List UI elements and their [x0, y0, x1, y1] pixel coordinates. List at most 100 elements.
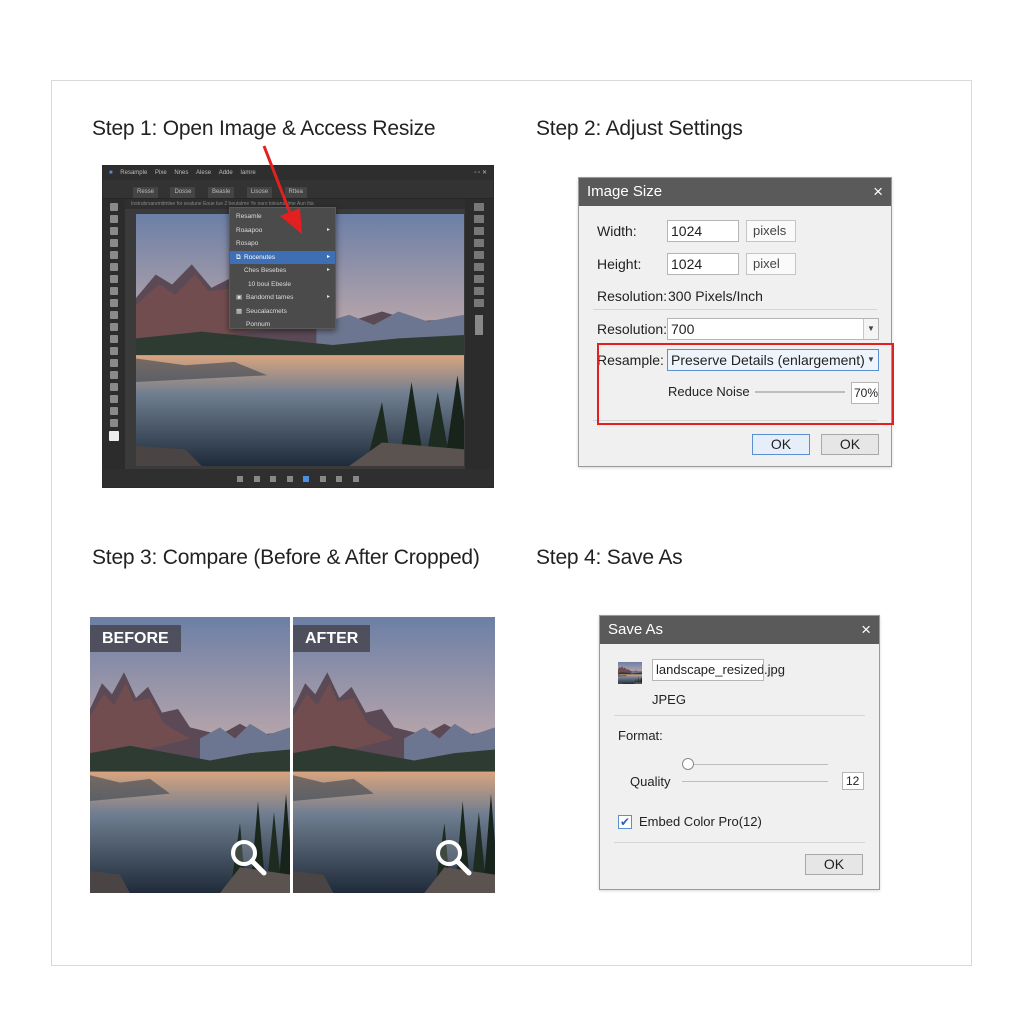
panel-icon[interactable] [474, 227, 484, 235]
resolution-input[interactable]: 700 ▼ [667, 318, 879, 340]
status-icon[interactable] [336, 476, 343, 482]
chevron-down-icon[interactable]: ▼ [863, 319, 878, 339]
status-icon[interactable] [253, 476, 260, 482]
status-icon[interactable] [286, 476, 293, 482]
step2-title: Step 2: Adjust Settings [536, 117, 743, 140]
context-menu-item[interactable]: Ches Besebes ▸ [230, 264, 335, 278]
file-extension: .jpg [764, 662, 785, 677]
panel-icon[interactable] [474, 239, 484, 247]
menu-item[interactable]: Alese [196, 166, 211, 180]
magnifier-icon[interactable] [228, 837, 268, 877]
type-tool-icon[interactable] [110, 371, 118, 379]
crop-tool-icon[interactable] [110, 239, 118, 247]
ok-button[interactable]: OK [752, 434, 810, 455]
highlight-box [597, 343, 894, 425]
status-icon[interactable] [352, 476, 359, 482]
app-logo-icon: ■ [109, 170, 113, 176]
quality-label: Quality [630, 774, 671, 789]
right-panel [465, 199, 493, 469]
context-menu-item[interactable]: Ponnum [230, 318, 335, 332]
height-unit-select[interactable]: pixel [746, 253, 796, 275]
context-menu-item[interactable]: 10 boui Ebesle [230, 278, 335, 292]
format-label: Format: [618, 728, 663, 743]
panel-icon[interactable] [474, 215, 484, 223]
dialog-title: Save As [600, 616, 879, 644]
format-slider-thumb[interactable] [682, 758, 694, 770]
save-as-dialog: Save As × landscape_resized .jpg JPEG Fo… [599, 615, 880, 890]
color-swatch-icon[interactable] [109, 431, 119, 441]
blur-tool-icon[interactable] [110, 335, 118, 343]
option-tab[interactable]: Dosse [170, 187, 196, 198]
gradient-tool-icon[interactable] [110, 323, 118, 331]
marquee-tool-icon[interactable] [110, 215, 118, 223]
eraser-tool-icon[interactable] [110, 311, 118, 319]
status-icon[interactable] [319, 476, 326, 482]
before-tag: BEFORE [90, 625, 181, 652]
lasso-tool-icon[interactable] [110, 227, 118, 235]
context-menu-item[interactable]: ▦ Seucalacmets [230, 305, 335, 319]
menu-item[interactable]: Nnes [174, 166, 188, 180]
scrollbar-thumb[interactable] [475, 315, 483, 335]
panel-icon[interactable] [474, 251, 484, 259]
filename-input[interactable]: landscape_resized [652, 659, 764, 681]
panel-icon[interactable] [474, 287, 484, 295]
dodge-tool-icon[interactable] [110, 347, 118, 355]
file-type: JPEG [652, 692, 686, 707]
panel-icon[interactable] [474, 203, 484, 211]
before-image: BEFORE [90, 617, 290, 893]
menu-item[interactable]: Adde [219, 166, 233, 180]
option-tab[interactable]: Beasle [207, 187, 235, 198]
resolution-label: Resolution: [597, 321, 668, 337]
stamp-tool-icon[interactable] [110, 287, 118, 295]
panel-icon[interactable] [474, 275, 484, 283]
dialog-title: Image Size [579, 178, 891, 206]
menu-item[interactable]: Pixe [155, 166, 167, 180]
menu-item[interactable]: Resample [120, 166, 147, 180]
zoom-tool-icon[interactable] [110, 419, 118, 427]
ok-button-secondary[interactable]: OK [821, 434, 879, 455]
step4-title: Step 4: Save As [536, 546, 683, 569]
ok-button[interactable]: OK [805, 854, 863, 875]
embed-checkbox[interactable]: ✔ [618, 815, 632, 829]
window-controls-icon[interactable]: ▫ ▫ ✕ [474, 166, 487, 180]
width-label: Width: [597, 223, 637, 239]
width-input[interactable]: 1024 [667, 220, 739, 242]
height-input[interactable]: 1024 [667, 253, 739, 275]
divider [614, 715, 865, 716]
history-brush-icon[interactable] [110, 299, 118, 307]
path-tool-icon[interactable] [110, 383, 118, 391]
embed-color-label: Embed Color Pro(12) [639, 814, 762, 829]
pen-tool-icon[interactable] [110, 359, 118, 367]
after-image: AFTER [293, 617, 495, 893]
magnifier-icon[interactable] [433, 837, 473, 877]
panel-icon[interactable] [474, 299, 484, 307]
quality-slider[interactable] [682, 781, 828, 782]
eyedropper-tool-icon[interactable] [110, 251, 118, 259]
format-slider-track [684, 764, 828, 765]
step3-title: Step 3: Compare (Before & After Cropped) [92, 546, 480, 569]
menu-item[interactable]: Iamre [240, 166, 255, 180]
close-icon[interactable]: × [873, 178, 883, 205]
pointer-arrow-icon [262, 145, 302, 234]
context-menu-item-selected[interactable]: ⧉ Rocenutes ▸ [230, 250, 335, 264]
status-icon[interactable] [237, 476, 244, 482]
quality-input[interactable]: 12 [842, 772, 864, 790]
width-unit-select[interactable]: pixels [746, 220, 796, 242]
resolution-info-label: Resolution: [597, 288, 668, 304]
shape-tool-icon[interactable] [110, 395, 118, 403]
after-tag: AFTER [293, 625, 371, 652]
status-icon[interactable] [303, 476, 310, 482]
option-tab[interactable]: Resse [133, 187, 159, 198]
brush-tool-icon[interactable] [110, 275, 118, 283]
file-thumbnail-icon [618, 662, 642, 684]
status-bar [103, 469, 493, 487]
divider [593, 309, 877, 310]
heal-tool-icon[interactable] [110, 263, 118, 271]
close-icon[interactable]: × [861, 616, 871, 643]
divider [614, 842, 865, 843]
hand-tool-icon[interactable] [110, 407, 118, 415]
panel-icon[interactable] [474, 263, 484, 271]
status-icon[interactable] [270, 476, 277, 482]
context-menu-item[interactable]: ▣ Bandomd tames ▸ [230, 291, 335, 305]
move-tool-icon[interactable] [110, 203, 118, 211]
